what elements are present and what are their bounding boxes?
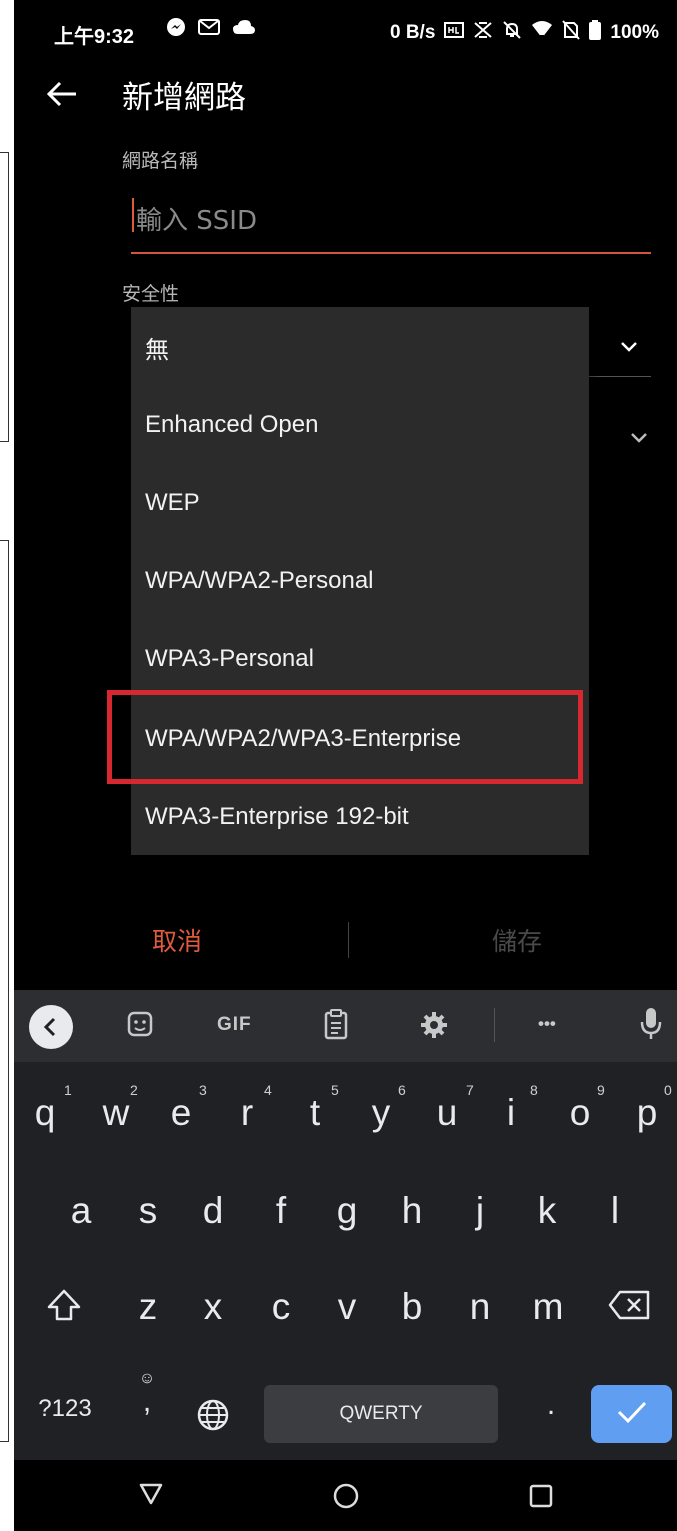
key-y[interactable]: y [366, 1092, 396, 1134]
nav-home-circle-icon[interactable] [332, 1482, 360, 1515]
key-r[interactable]: r [232, 1092, 262, 1134]
comma-key[interactable]: , [132, 1385, 162, 1419]
sticker-icon[interactable] [126, 1010, 154, 1043]
hint-6: 6 [398, 1082, 406, 1098]
security-option-wpa-wpa2-personal[interactable]: WPA/WPA2-Personal [131, 542, 589, 620]
mute-bell-icon [502, 20, 522, 46]
key-g[interactable]: g [330, 1190, 364, 1232]
settings-gear-icon[interactable] [419, 1010, 449, 1045]
symbols-key[interactable]: ?123 [30, 1395, 100, 1423]
toolbar-divider [494, 1008, 495, 1042]
left-frame-line-top [0, 152, 9, 442]
back-arrow-icon[interactable] [42, 74, 82, 114]
hint-8: 8 [530, 1082, 538, 1098]
status-right-group: 0 B/s 100% [390, 20, 659, 46]
key-u[interactable]: u [430, 1092, 464, 1134]
security-option-wep[interactable]: WEP [131, 464, 589, 542]
battery-icon [589, 20, 602, 46]
navigation-bar [14, 1460, 677, 1531]
nav-back-triangle-icon[interactable] [138, 1482, 164, 1511]
key-b[interactable]: b [397, 1286, 427, 1328]
gmail-icon [198, 18, 220, 41]
phone-screen: 上午9:32 0 B/s 100% 新增網路 網路名稱 輸入 SSID 安全性 … [14, 0, 677, 1531]
page-title: 新增網路 [122, 80, 246, 116]
no-sim-icon [562, 20, 581, 46]
checkmark-icon [616, 1399, 648, 1430]
key-v[interactable]: v [330, 1286, 364, 1328]
key-o[interactable]: o [563, 1092, 597, 1134]
cancel-button[interactable]: 取消 [152, 922, 202, 958]
more-options-button[interactable]: ••• [538, 1014, 556, 1034]
cloud-icon [232, 19, 256, 40]
microphone-icon[interactable] [640, 1007, 662, 1046]
nav-recents-square-icon[interactable] [528, 1483, 554, 1514]
hd-voice-icon [444, 21, 465, 45]
security-option-enhanced-open[interactable]: Enhanced Open [131, 386, 589, 464]
key-d[interactable]: d [198, 1190, 228, 1232]
hint-5: 5 [331, 1082, 339, 1098]
hint-0: 0 [664, 1082, 672, 1098]
hint-4: 4 [264, 1082, 272, 1098]
period-key[interactable]: . [536, 1388, 566, 1422]
shift-icon[interactable] [44, 1288, 84, 1331]
messenger-icon [166, 17, 186, 42]
key-t[interactable]: t [300, 1092, 330, 1134]
text-cursor [132, 198, 134, 232]
left-frame-line-bottom [0, 540, 9, 1442]
enter-key[interactable] [591, 1385, 672, 1443]
backspace-icon[interactable] [608, 1288, 652, 1330]
keyboard: GIF ••• q 1 w 2 e 3 r 4 t 5 y 6 u 7 i 8 [14, 990, 677, 1460]
security-option-wpa3-enterprise-192[interactable]: WPA3-Enterprise 192-bit [131, 778, 589, 856]
globe-icon[interactable] [194, 1398, 232, 1441]
security-option-none[interactable]: 無 [131, 308, 589, 386]
key-c[interactable]: c [266, 1286, 296, 1328]
clipboard-icon[interactable] [323, 1008, 349, 1045]
key-s[interactable]: s [133, 1190, 163, 1232]
hint-9: 9 [597, 1082, 605, 1098]
wifi-icon [531, 20, 553, 46]
ssid-placeholder: 輸入 SSID [136, 206, 257, 236]
hint-7: 7 [466, 1082, 474, 1098]
key-a[interactable]: a [66, 1190, 96, 1232]
key-l[interactable]: l [600, 1190, 630, 1232]
key-n[interactable]: n [465, 1286, 495, 1328]
key-f[interactable]: f [266, 1190, 296, 1232]
advanced-chevron-down-icon[interactable] [628, 431, 650, 445]
key-h[interactable]: h [397, 1190, 427, 1232]
status-time: 上午9:32 [54, 26, 135, 48]
key-m[interactable]: m [526, 1286, 570, 1328]
gif-button[interactable]: GIF [217, 1014, 252, 1036]
battery-percent: 100% [610, 22, 659, 43]
hint-2: 2 [130, 1082, 138, 1098]
key-p[interactable]: p [630, 1092, 664, 1134]
network-name-label: 網路名稱 [122, 150, 199, 172]
key-x[interactable]: x [198, 1286, 228, 1328]
key-q[interactable]: q [30, 1092, 60, 1134]
keyboard-collapse-icon[interactable] [28, 1004, 74, 1055]
key-z[interactable]: z [133, 1286, 163, 1328]
key-i[interactable]: i [501, 1092, 521, 1134]
status-bar: 上午9:32 0 B/s 100% [14, 0, 677, 62]
key-k[interactable]: k [532, 1190, 562, 1232]
hint-1: 1 [64, 1082, 72, 1098]
save-button[interactable]: 儲存 [492, 922, 542, 958]
nfc-icon [473, 21, 493, 45]
security-label: 安全性 [122, 283, 180, 305]
keyboard-toolbar: GIF ••• [14, 990, 677, 1062]
hint-3: 3 [199, 1082, 207, 1098]
security-chevron-down-icon[interactable] [618, 340, 640, 354]
highlight-box [107, 690, 583, 784]
ssid-input[interactable]: 輸入 SSID [131, 188, 651, 254]
key-e[interactable]: e [166, 1092, 196, 1134]
notification-icons [166, 17, 256, 42]
security-option-wpa3-personal[interactable]: WPA3-Personal [131, 620, 589, 698]
key-j[interactable]: j [465, 1190, 495, 1232]
app-bar: 新增網路 [14, 62, 677, 126]
button-divider [348, 922, 349, 958]
net-speed: 0 B/s [389, 22, 436, 43]
key-w[interactable]: w [96, 1092, 136, 1134]
space-bar[interactable]: QWERTY [264, 1385, 498, 1443]
